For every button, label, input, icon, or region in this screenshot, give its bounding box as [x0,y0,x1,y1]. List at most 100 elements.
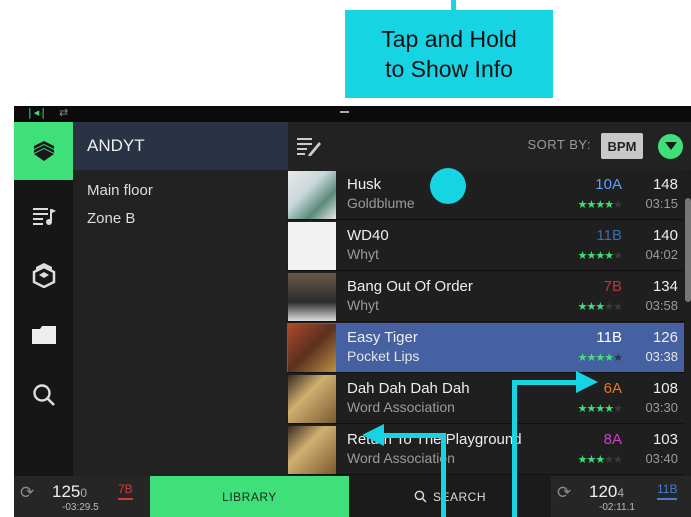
track-key: 6A [603,380,622,397]
right-deck-info[interactable]: ⟳ 1204 -02:11.1 11B [551,476,691,517]
star-icon: ★ [577,300,588,313]
album-art [288,375,336,423]
library-button[interactable]: LIBRARY [150,476,349,517]
track-rating: ★★★★★ [577,402,623,415]
star-icon: ★ [595,402,605,415]
star-icon: ★ [577,453,588,466]
track-artist: Word Association [347,399,455,415]
callout-line-1: Tap and Hold [381,26,517,52]
track-artist: Word Association [347,450,455,466]
track-rating: ★★★★★ [577,300,623,313]
arrow-right-icon [576,371,598,393]
search-button[interactable]: SEARCH [349,476,551,517]
nav-item-search[interactable] [14,366,73,424]
track-bpm: 134 [652,278,678,295]
left-nav [14,122,73,476]
search-icon [414,490,427,503]
folder-icon [31,326,56,344]
callout-arrow-line [512,380,584,385]
crate-item-zone-b[interactable]: Zone B [73,204,287,232]
album-art [288,324,336,372]
star-icon: ★ [613,453,623,466]
sort-by-label: SORT BY: [527,137,591,152]
star-icon: ★ [595,249,605,262]
track-rating: ★★★★★ [577,198,623,211]
star-icon: ★ [577,198,588,211]
left-deck-info[interactable]: ⟳ 1250 -03:29.5 7B [14,476,150,517]
repeat-icon: ⇄ [58,106,71,119]
left-deck-bpm: 1250 [52,482,88,501]
star-icon: ★ [577,249,588,262]
sort-by-button[interactable]: BPM [601,133,643,159]
left-deck-time: -03:29.5 [62,502,99,513]
track-row[interactable]: Return To The Playground Word Association… [287,425,684,475]
track-title: Dah Dah Dah Dah [347,380,470,397]
track-artist: Pocket Lips [347,348,420,364]
star-icon: ★ [595,300,605,313]
crate-list: ANDYT Main floor Zone B [73,122,287,476]
right-deck-time: -02:11.1 [599,502,635,513]
track-title: Husk [347,176,382,193]
engine-logo-icon [32,263,55,288]
star-icon: ★ [604,453,614,466]
chevron-down-icon [664,142,677,150]
arrow-left-icon [362,424,384,446]
playlist-icon [32,208,56,225]
star-icon: ★ [604,402,614,415]
track-artist: Goldblume [347,195,415,211]
sync-icon[interactable]: ⟳ [20,483,34,503]
sync-icon[interactable]: ⟳ [557,483,571,503]
star-icon: ★ [577,402,588,415]
album-art [288,171,336,219]
track-bpm: 126 [652,329,678,346]
callout-line-2: to Show Info [385,56,513,82]
star-icon: ★ [613,300,623,313]
track-key: 11B [596,329,622,346]
track-row[interactable]: WD40 Whyt 11B 140 04:02 ★★★★★ [287,221,684,271]
track-row[interactable]: Bang Out Of Order Whyt 7B 134 03:58 ★★★★★ [287,272,684,322]
track-key: 10A [595,176,622,193]
nav-item-crates[interactable] [14,122,73,180]
tap-indicator-dot [430,168,466,204]
track-list-scrollbar[interactable] [685,198,691,302]
bottom-bar: ⟳ 1250 -03:29.5 7B LIBRARY SEARCH ⟳ 1204… [14,476,691,517]
edit-playlist-icon[interactable] [296,136,322,156]
track-key: 7B [603,278,622,295]
track-artist: Whyt [347,297,379,313]
status-dash [340,111,349,113]
track-row[interactable]: Easy Tiger Pocket Lips 11B 126 03:38 ★★★★★ [287,323,684,373]
track-bpm: 108 [652,380,678,397]
track-artist: Whyt [347,246,379,262]
track-title: WD40 [347,227,389,244]
device-screen: |◂| ⇄ ANDYT Main floor Zone B SORT BY: B… [14,106,691,517]
nav-item-files[interactable] [14,306,73,364]
track-bpm: 140 [652,227,678,244]
star-icon: ★ [613,402,623,415]
callout-arrow-line [441,433,446,517]
right-deck-key: 11B [657,482,678,500]
star-icon: ★ [604,300,614,313]
track-rating: ★★★★★ [577,351,623,364]
nav-item-playlists[interactable] [14,186,73,244]
right-deck-bpm: 1204 [589,482,625,501]
track-list: SORT BY: BPM Husk Goldblume 10A 148 03:15 ★★★… [287,122,691,476]
crate-item-main-floor[interactable]: Main floor [73,176,287,204]
search-icon [32,384,55,406]
star-icon: ★ [604,198,614,211]
star-icon: ★ [613,198,623,211]
track-row[interactable]: Dah Dah Dah Dah Word Association 6A 108 03:3… [287,374,684,424]
star-icon: ★ [613,351,623,364]
star-icon: ★ [595,351,605,364]
track-row[interactable]: Husk Goldblume 10A 148 03:15 ★★★★★ [287,170,684,220]
star-icon: ★ [577,351,588,364]
sort-direction-toggle[interactable] [658,134,683,159]
track-bpm: 103 [652,431,678,448]
left-deck-key: 7B [118,482,133,500]
track-key: 8A [603,431,622,448]
track-duration: 03:58 [645,298,678,313]
track-bpm: 148 [652,176,678,193]
callout-pointer-line [451,0,456,10]
nav-item-engine[interactable] [14,246,73,304]
status-icons: |◂| ⇄ [28,106,70,119]
album-art [288,222,336,270]
